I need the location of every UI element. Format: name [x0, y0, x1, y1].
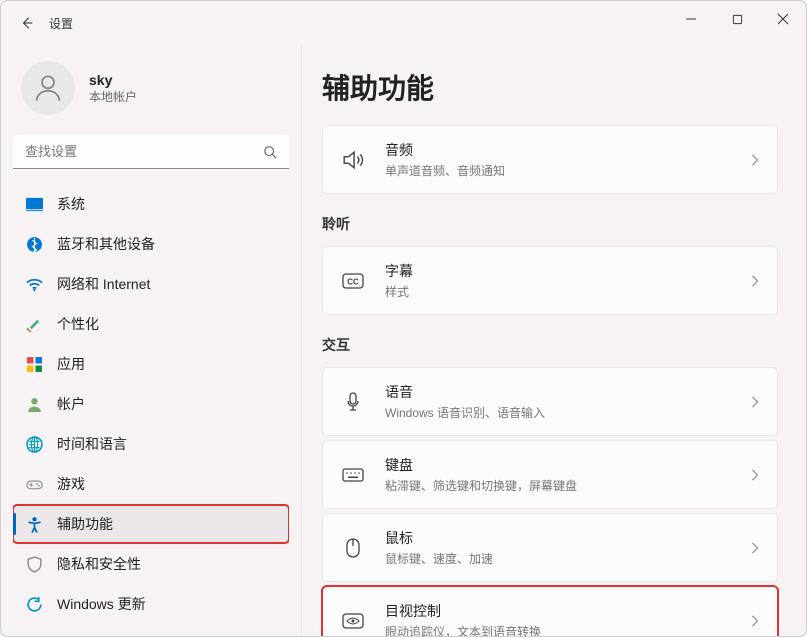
sidebar-item-3[interactable]: 个性化: [13, 305, 289, 343]
window-title: 设置: [49, 15, 73, 32]
chevron-right-icon: [751, 396, 759, 408]
sidebar-item-4[interactable]: 应用: [13, 345, 289, 383]
sidebar-item-label: 隐私和安全性: [57, 554, 141, 574]
time-lang-icon: [25, 435, 43, 453]
sidebar-item-label: 个性化: [57, 314, 99, 334]
card-字幕[interactable]: 字幕 样式: [322, 246, 778, 315]
minimize-icon: [685, 13, 697, 25]
card-语音[interactable]: 语音 Windows 语音识别、语音输入: [322, 367, 778, 436]
sidebar-item-6[interactable]: 时间和语言: [13, 425, 289, 463]
search-box: [13, 135, 289, 169]
card-title: 字幕: [385, 261, 743, 281]
page-title: 辅助功能: [322, 45, 778, 125]
sidebar-item-label: 系统: [57, 194, 85, 214]
back-button[interactable]: [9, 5, 45, 41]
card-title: 目视控制: [385, 601, 743, 621]
privacy-icon: [25, 555, 43, 573]
back-arrow-icon: [20, 16, 34, 30]
mic-icon: [341, 390, 365, 414]
card-鼠标[interactable]: 鼠标 鼠标键、速度、加速: [322, 513, 778, 582]
card-subtitle: 单声道音频、音频通知: [385, 162, 743, 179]
sidebar-item-2[interactable]: 网络和 Internet: [13, 265, 289, 303]
card-title: 鼠标: [385, 528, 743, 548]
eye-icon: [341, 609, 365, 633]
cc-icon: [341, 269, 365, 293]
sidebar-item-label: 应用: [57, 354, 85, 374]
titlebar: 设置: [1, 1, 806, 45]
user-sub: 本地帐户: [89, 88, 137, 105]
person-icon: [31, 71, 65, 105]
chevron-right-icon: [751, 154, 759, 166]
nav-list: 系统蓝牙和其他设备网络和 Internet 个性化应用帐户时间和语言游戏辅助功能隐…: [13, 185, 289, 623]
chevron-right-icon: [751, 615, 759, 627]
card-title: 键盘: [385, 455, 743, 475]
card-title: 语音: [385, 382, 743, 402]
wifi-icon: [25, 275, 43, 293]
close-icon: [777, 13, 789, 25]
maximize-icon: [732, 14, 743, 25]
maximize-button[interactable]: [714, 1, 760, 37]
sidebar-item-7[interactable]: 游戏: [13, 465, 289, 503]
sidebar-item-label: 网络和 Internet: [57, 274, 150, 294]
system-icon: [25, 195, 43, 213]
card-subtitle: 鼠标键、速度、加速: [385, 550, 743, 567]
sidebar: sky 本地帐户 系统蓝牙和其他设备网络和 Internet 个性化应用帐户时间和…: [1, 45, 301, 636]
sidebar-item-label: 游戏: [57, 474, 85, 494]
audio-icon: [341, 148, 365, 172]
accessibility-icon: [25, 515, 43, 533]
card-subtitle: 粘滞键、筛选键和切换键，屏幕键盘: [385, 477, 743, 494]
sidebar-item-1[interactable]: 蓝牙和其他设备: [13, 225, 289, 263]
chevron-right-icon: [751, 469, 759, 481]
window-controls: [668, 1, 806, 37]
minimize-button[interactable]: [668, 1, 714, 37]
user-section[interactable]: sky 本地帐户: [13, 45, 289, 135]
sidebar-item-label: 时间和语言: [57, 434, 127, 454]
personalize-icon: [25, 315, 43, 333]
sidebar-item-9[interactable]: 隐私和安全性: [13, 545, 289, 583]
sidebar-item-label: Windows 更新: [57, 594, 146, 614]
sidebar-item-5[interactable]: 帐户: [13, 385, 289, 423]
main-content: 辅助功能 音频 单声道音频、音频通知 聆听 字幕 样式 交互 语音 Window…: [301, 45, 806, 636]
card-subtitle: Windows 语音识别、语音输入: [385, 404, 743, 421]
account-icon: [25, 395, 43, 413]
gaming-icon: [25, 475, 43, 493]
search-input[interactable]: [13, 135, 289, 169]
sidebar-item-label: 帐户: [57, 394, 85, 414]
user-name: sky: [89, 72, 137, 88]
section-header: 聆听: [322, 214, 778, 234]
sidebar-item-0[interactable]: 系统: [13, 185, 289, 223]
close-button[interactable]: [760, 1, 806, 37]
sidebar-item-label: 蓝牙和其他设备: [57, 234, 155, 254]
sidebar-item-10[interactable]: Windows 更新: [13, 585, 289, 623]
bluetooth-icon: [25, 235, 43, 253]
card-subtitle: 样式: [385, 283, 743, 300]
update-icon: [25, 595, 43, 613]
chevron-right-icon: [751, 542, 759, 554]
sidebar-item-8[interactable]: 辅助功能: [13, 505, 289, 543]
keyboard-icon: [341, 463, 365, 487]
section-header: 交互: [322, 335, 778, 355]
card-title: 音频: [385, 140, 743, 160]
card-目视控制[interactable]: 目视控制 眼动追踪仪，文本到语音转换: [322, 586, 778, 636]
apps-icon: [25, 355, 43, 373]
mouse-icon: [341, 536, 365, 560]
card-键盘[interactable]: 键盘 粘滞键、筛选键和切换键，屏幕键盘: [322, 440, 778, 509]
card-音频[interactable]: 音频 单声道音频、音频通知: [322, 125, 778, 194]
avatar: [21, 61, 75, 115]
chevron-right-icon: [751, 275, 759, 287]
card-subtitle: 眼动追踪仪，文本到语音转换: [385, 623, 743, 636]
sidebar-item-label: 辅助功能: [57, 514, 113, 534]
